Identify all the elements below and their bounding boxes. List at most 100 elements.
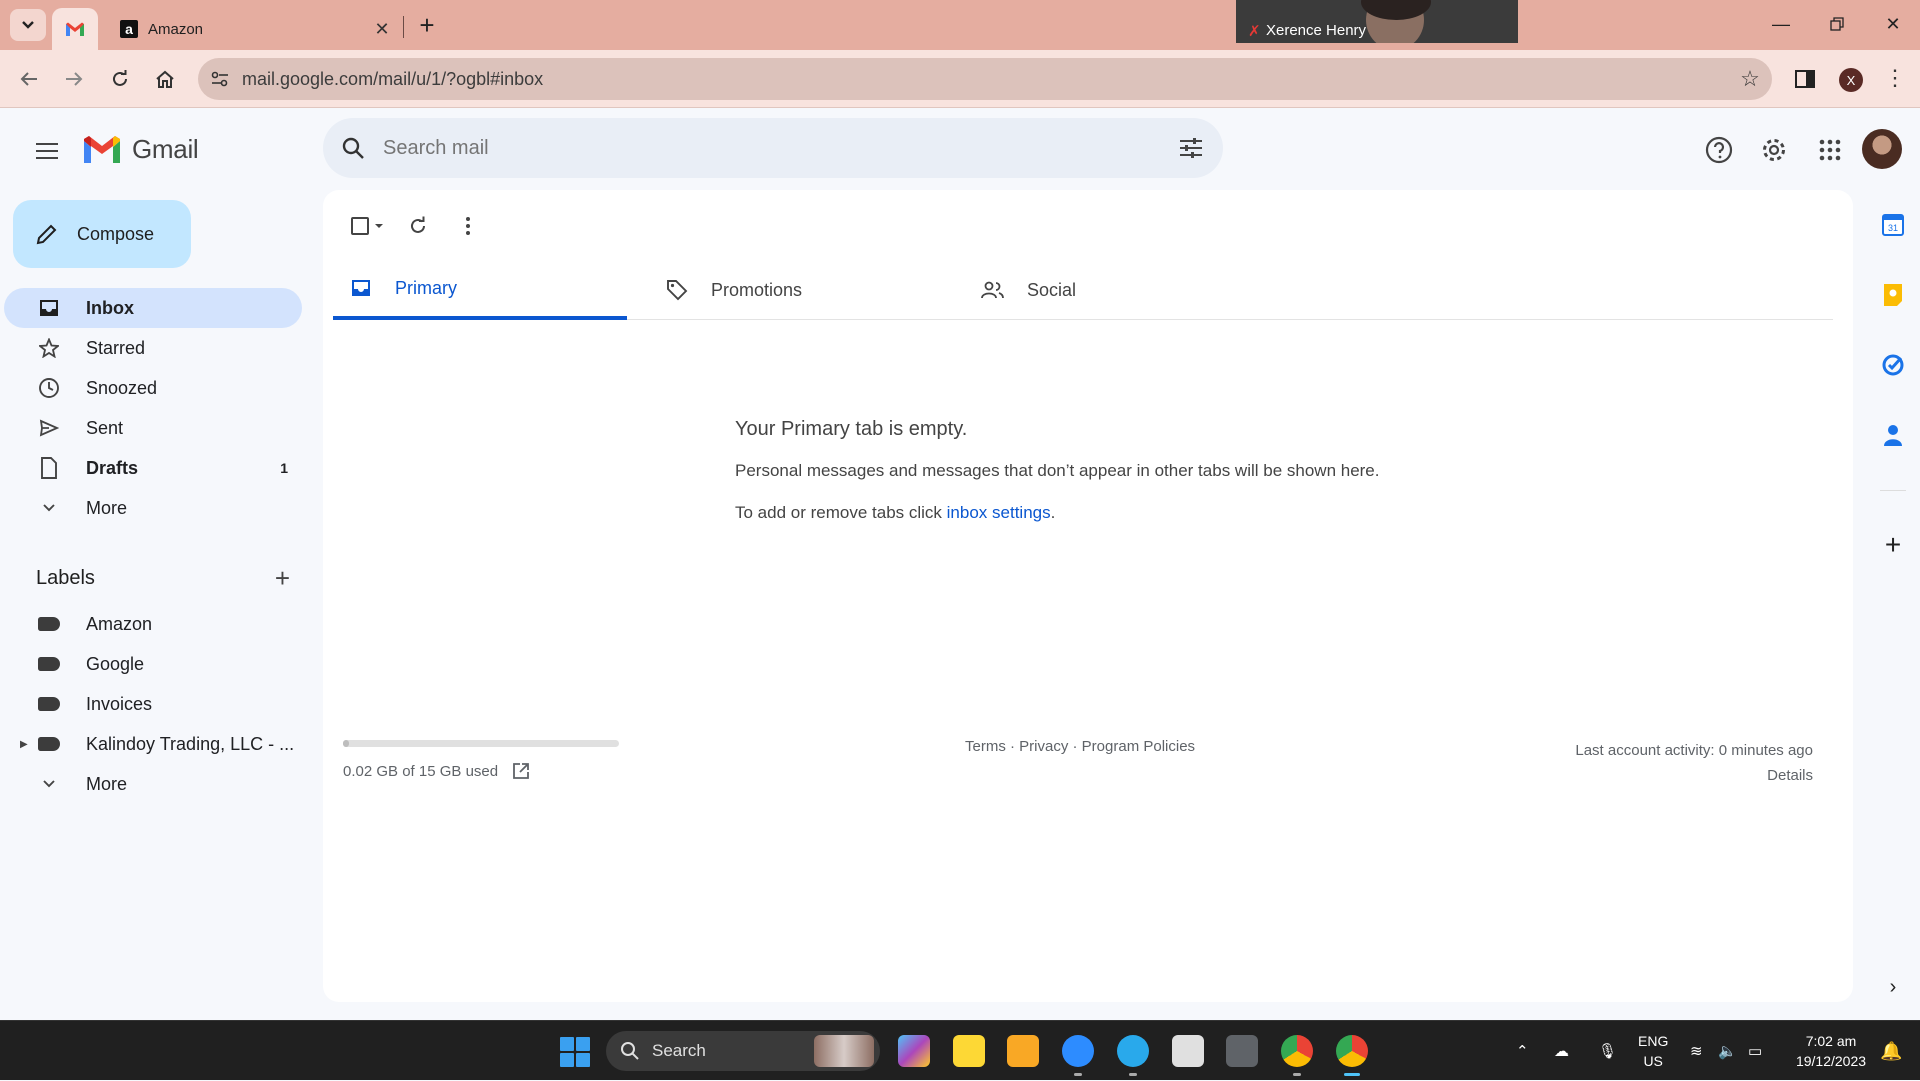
refresh-button[interactable] [393,206,443,246]
battery-icon[interactable]: ▭ [1748,1021,1762,1081]
tab-social[interactable]: Social [965,260,1259,320]
close-window-button[interactable]: ✕ [1870,8,1916,40]
storage-info: 0.02 GB of 15 GB used [343,762,530,780]
sidebar-item-snoozed[interactable]: Snoozed [0,368,302,408]
windows-start-icon[interactable] [560,1037,590,1067]
taskbar-search[interactable]: Search [606,1031,880,1071]
tab-amazon[interactable]: a Amazon ✕ [108,8,396,50]
search-icon[interactable] [323,136,383,160]
active-indicator [1344,1073,1360,1076]
side-panel-button[interactable] [1793,67,1817,91]
account-activity: Last account activity: 0 minutes ago Det… [1575,738,1813,788]
sidebar-item-sent[interactable]: Sent [0,408,302,448]
storage-text: 0.02 GB of 15 GB used [343,762,499,780]
volume-icon[interactable]: 🔈 [1718,1021,1737,1081]
snipping-tool-icon[interactable] [1172,1035,1204,1067]
video-call-overlay[interactable]: ✗ Xerence Henry [1236,0,1518,43]
address-bar[interactable]: mail.google.com/mail/u/1/?ogbl#inbox ☆ [198,58,1772,100]
more-actions-icon[interactable] [443,206,493,246]
new-tab-button[interactable]: + [412,10,442,40]
bookmark-star-icon[interactable]: ☆ [1728,66,1772,92]
label-item-amazon[interactable]: Amazon [0,604,310,644]
sidebar-item-label: More [86,497,128,518]
clock-date: 19/12/2023 [1795,1053,1867,1069]
tab-search-button[interactable] [10,9,46,41]
labels-list: Amazon Google Invoices ▶ Kalindoy Tradin… [0,604,310,804]
sidebar-item-drafts[interactable]: Drafts 1 [0,448,302,488]
chrome-profile-icon[interactable] [1336,1035,1368,1067]
label-name: Amazon [86,613,153,634]
label-item-kalindoy[interactable]: ▶ Kalindoy Trading, LLC - ... [0,724,310,764]
rail-divider [1880,490,1906,491]
account-avatar[interactable] [1862,129,1902,169]
close-icon[interactable]: ✕ [368,19,396,40]
side-panel-icon [1795,70,1815,88]
back-button[interactable] [12,62,46,96]
profile-avatar[interactable]: X [1839,68,1863,92]
sidebar-item-label: Snoozed [86,377,158,398]
copilot-icon[interactable] [898,1035,930,1067]
running-indicator [1074,1073,1082,1076]
chevron-right-icon[interactable]: › [1878,972,1908,1002]
tab-promotions[interactable]: Promotions [649,260,943,320]
main-menu-icon[interactable] [30,134,64,168]
inbox-settings-link[interactable]: inbox settings [947,503,1051,522]
keep-icon[interactable] [1878,280,1908,310]
label-item-invoices[interactable]: Invoices [0,684,310,724]
sidebar-item-starred[interactable]: Starred [0,328,302,368]
site-info-button[interactable] [198,71,242,87]
onedrive-icon[interactable]: ☁ [1554,1021,1569,1081]
search-input[interactable] [383,136,1159,160]
settings-gear-icon[interactable] [1754,130,1794,170]
microphone-icon[interactable]: 🎙 [1598,1021,1617,1081]
search-options-icon[interactable] [1159,137,1223,159]
calculator-icon[interactable] [1226,1035,1258,1067]
restore-button[interactable] [1814,8,1860,40]
calendar-icon[interactable]: 31 [1878,210,1908,240]
forward-button[interactable] [57,62,91,96]
file-explorer-icon[interactable] [1007,1035,1039,1067]
zoom-icon[interactable] [1062,1035,1094,1067]
tab-gmail[interactable] [52,8,98,50]
tab-primary[interactable]: Primary [333,260,627,320]
apps-grid-icon[interactable] [1810,130,1850,170]
expand-arrow-icon[interactable]: ▶ [20,739,28,750]
search-bar[interactable] [323,118,1223,178]
clock[interactable]: 7:02 am 19/12/2023 [1786,1031,1876,1071]
footer-links[interactable]: Terms · Privacy · Program Policies [965,738,1195,755]
contacts-icon[interactable] [1878,420,1908,450]
storage-bar [343,740,619,747]
compose-button[interactable]: Compose [13,200,191,268]
arrow-left-icon [20,72,37,86]
url-text[interactable]: mail.google.com/mail/u/1/?ogbl#inbox [242,69,1728,90]
lang-bottom: US [1643,1053,1663,1069]
show-hidden-icons[interactable]: ⌃ [1516,1021,1529,1081]
empty-message: Personal messages and messages that don’… [735,461,1380,480]
add-label-icon[interactable]: + [275,563,290,594]
wifi-icon[interactable]: ≋ [1690,1021,1703,1081]
main-panel: Primary Promotions Social Your Primary t… [323,190,1853,1002]
labels-more[interactable]: More [0,764,310,804]
gmail-logo[interactable]: Gmail [82,134,199,165]
empty-settings-line: To add or remove tabs click inbox settin… [735,503,1535,523]
reload-icon [113,70,127,86]
browser-menu-icon[interactable]: ⋮ [1884,65,1906,91]
reload-button[interactable] [103,62,137,96]
chrome-icon[interactable] [1281,1035,1313,1067]
help-icon[interactable] [1699,130,1739,170]
telegram-icon[interactable] [1117,1035,1149,1067]
external-link-icon[interactable] [512,762,530,780]
sticky-notes-icon[interactable] [953,1035,985,1067]
sidebar-item-more[interactable]: More [0,488,302,528]
home-button[interactable] [148,62,182,96]
notification-bell-icon[interactable]: 🔔 [1880,1021,1902,1081]
label-item-google[interactable]: Google [0,644,310,684]
sidebar-item-inbox[interactable]: Inbox [4,288,302,328]
tasks-icon[interactable] [1878,350,1908,380]
select-all-checkbox[interactable] [343,206,393,246]
minimize-button[interactable]: — [1758,8,1804,40]
details-link[interactable]: Details [1575,763,1813,788]
add-addon-icon[interactable]: + [1878,529,1908,560]
language-indicator[interactable]: ENG US [1638,1031,1668,1071]
sidebar-item-label: Inbox [86,297,134,318]
